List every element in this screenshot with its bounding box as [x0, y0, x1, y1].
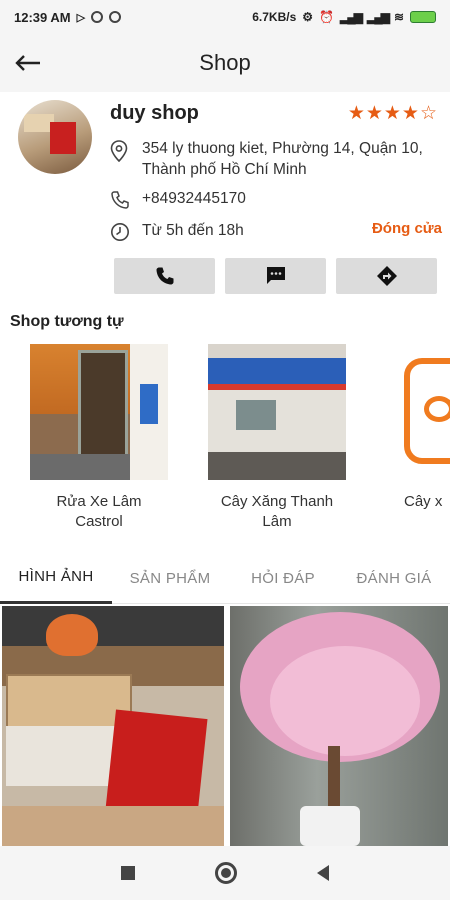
tab-qa[interactable]: HỎI ĐÁP — [228, 552, 338, 604]
address-row: 354 ly thuong kiet, Phường 14, Quận 10, … — [110, 138, 440, 180]
phone-outline-icon — [110, 188, 142, 216]
placeholder-mark — [424, 396, 450, 422]
message-icon — [266, 267, 285, 284]
signal-icon: ▂▄▆ — [340, 10, 363, 24]
gallery-photo[interactable] — [2, 606, 224, 846]
address-line-1: 354 ly thuong kiet, Phường 14, Quận 10, — [142, 140, 423, 157]
img-door — [78, 350, 128, 460]
rating-stars: ★★★★☆ — [347, 103, 438, 124]
tab-bar: HÌNH ẢNH SẢN PHẨM HỎI ĐÁP ĐÁNH GIÁ — [0, 552, 450, 604]
img-floor — [30, 454, 130, 480]
photo-table — [2, 806, 224, 846]
photo-blossom-2 — [270, 646, 420, 756]
gallery-photo[interactable] — [230, 606, 448, 846]
photo-gallery[interactable] — [0, 606, 450, 846]
similar-shop-item[interactable]: Cây Xăng Thanh Lâm — [208, 344, 346, 532]
play-icon: ▷ — [76, 11, 86, 24]
system-nav-bar — [0, 846, 450, 900]
similar-shop-name-line1: Cây x — [404, 493, 443, 510]
message-button[interactable] — [225, 258, 326, 294]
home-button[interactable] — [215, 862, 237, 884]
similar-shop-label: Cây Xăng Thanh Lâm — [208, 492, 346, 532]
home-dot — [221, 868, 231, 878]
similar-shop-name-line2: Lâm — [262, 513, 292, 530]
img-banner — [208, 358, 346, 384]
phone-number[interactable]: +84932445170 — [142, 188, 246, 209]
similar-shops-title: Shop tương tự — [10, 313, 124, 330]
status-bar: 12:39 AM ▷ 6.7KB/s ⚙ ⏰ ▂▄▆ ▂▄▆ ≋ — [0, 0, 450, 34]
shop-name: duy shop — [110, 102, 199, 124]
similar-shop-image[interactable] — [386, 344, 450, 480]
page-title: Shop — [199, 50, 251, 75]
call-button[interactable] — [114, 258, 215, 294]
phone-row[interactable]: +84932445170 — [110, 188, 440, 216]
action-buttons — [114, 258, 437, 294]
shop-header: duy shop ★★★★☆ 354 ly thuong kiet, Phườn… — [0, 92, 450, 304]
similar-shop-name-line2: Castrol — [75, 513, 123, 530]
location-pin-icon — [110, 138, 142, 168]
notification-icon — [91, 11, 104, 23]
img-ground — [208, 452, 346, 480]
shop-avatar[interactable] — [18, 100, 92, 174]
similar-shop-image[interactable] — [30, 344, 168, 480]
similar-shop-image[interactable] — [208, 344, 346, 480]
wifi-icon: ≋ — [393, 10, 404, 24]
tab-reviews[interactable]: ĐÁNH GIÁ — [338, 552, 450, 604]
address-line-2: Thành phố Hồ Chí Minh — [142, 161, 307, 178]
alarm-icon: ⏰ — [319, 10, 334, 24]
signal-icon-2: ▂▄▆ — [366, 10, 390, 24]
status-time: 12:39 AM — [14, 9, 71, 25]
similar-shop-item[interactable]: Rửa Xe Lâm Castrol — [30, 344, 168, 532]
opening-hours: Từ 5h đến 18h — [142, 222, 244, 239]
similar-shop-item[interactable]: Cây x — [386, 344, 450, 512]
clock-icon — [110, 220, 142, 248]
tab-products[interactable]: SẢN PHẨM — [112, 552, 228, 604]
back-button[interactable] — [0, 34, 56, 92]
back-nav-button[interactable] — [317, 865, 329, 881]
photo-pot — [300, 806, 360, 846]
img-store — [208, 390, 346, 454]
img-sign — [140, 384, 158, 424]
phone-icon — [156, 267, 173, 285]
similar-shop-name-line1: Cây Xăng Thanh — [220, 493, 334, 510]
photo-gift-box — [6, 674, 132, 730]
recents-button[interactable] — [121, 866, 135, 880]
battery-icon — [410, 11, 436, 23]
notification-icon-2 — [109, 11, 122, 23]
similar-shop-name-line1: Rửa Xe Lâm — [56, 493, 142, 510]
img-window — [236, 400, 276, 430]
settings-icon: ⚙ — [302, 10, 314, 24]
tab-photos[interactable]: HÌNH ẢNH — [0, 552, 112, 604]
photo-teapot — [46, 614, 98, 656]
directions-icon — [376, 266, 397, 286]
similar-shops-list[interactable]: Rửa Xe Lâm Castrol Cây Xăng Thanh Lâm Câ… — [0, 344, 450, 544]
network-speed: 6.7KB/s — [252, 10, 297, 24]
shop-status: Đóng cửa — [371, 220, 442, 237]
avatar-card — [50, 122, 76, 154]
directions-button[interactable] — [336, 258, 437, 294]
arrow-left-icon — [15, 55, 40, 71]
similar-shop-label: Rửa Xe Lâm Castrol — [30, 492, 168, 532]
similar-shop-label: Cây x — [386, 492, 450, 512]
app-bar: Shop — [0, 34, 450, 92]
